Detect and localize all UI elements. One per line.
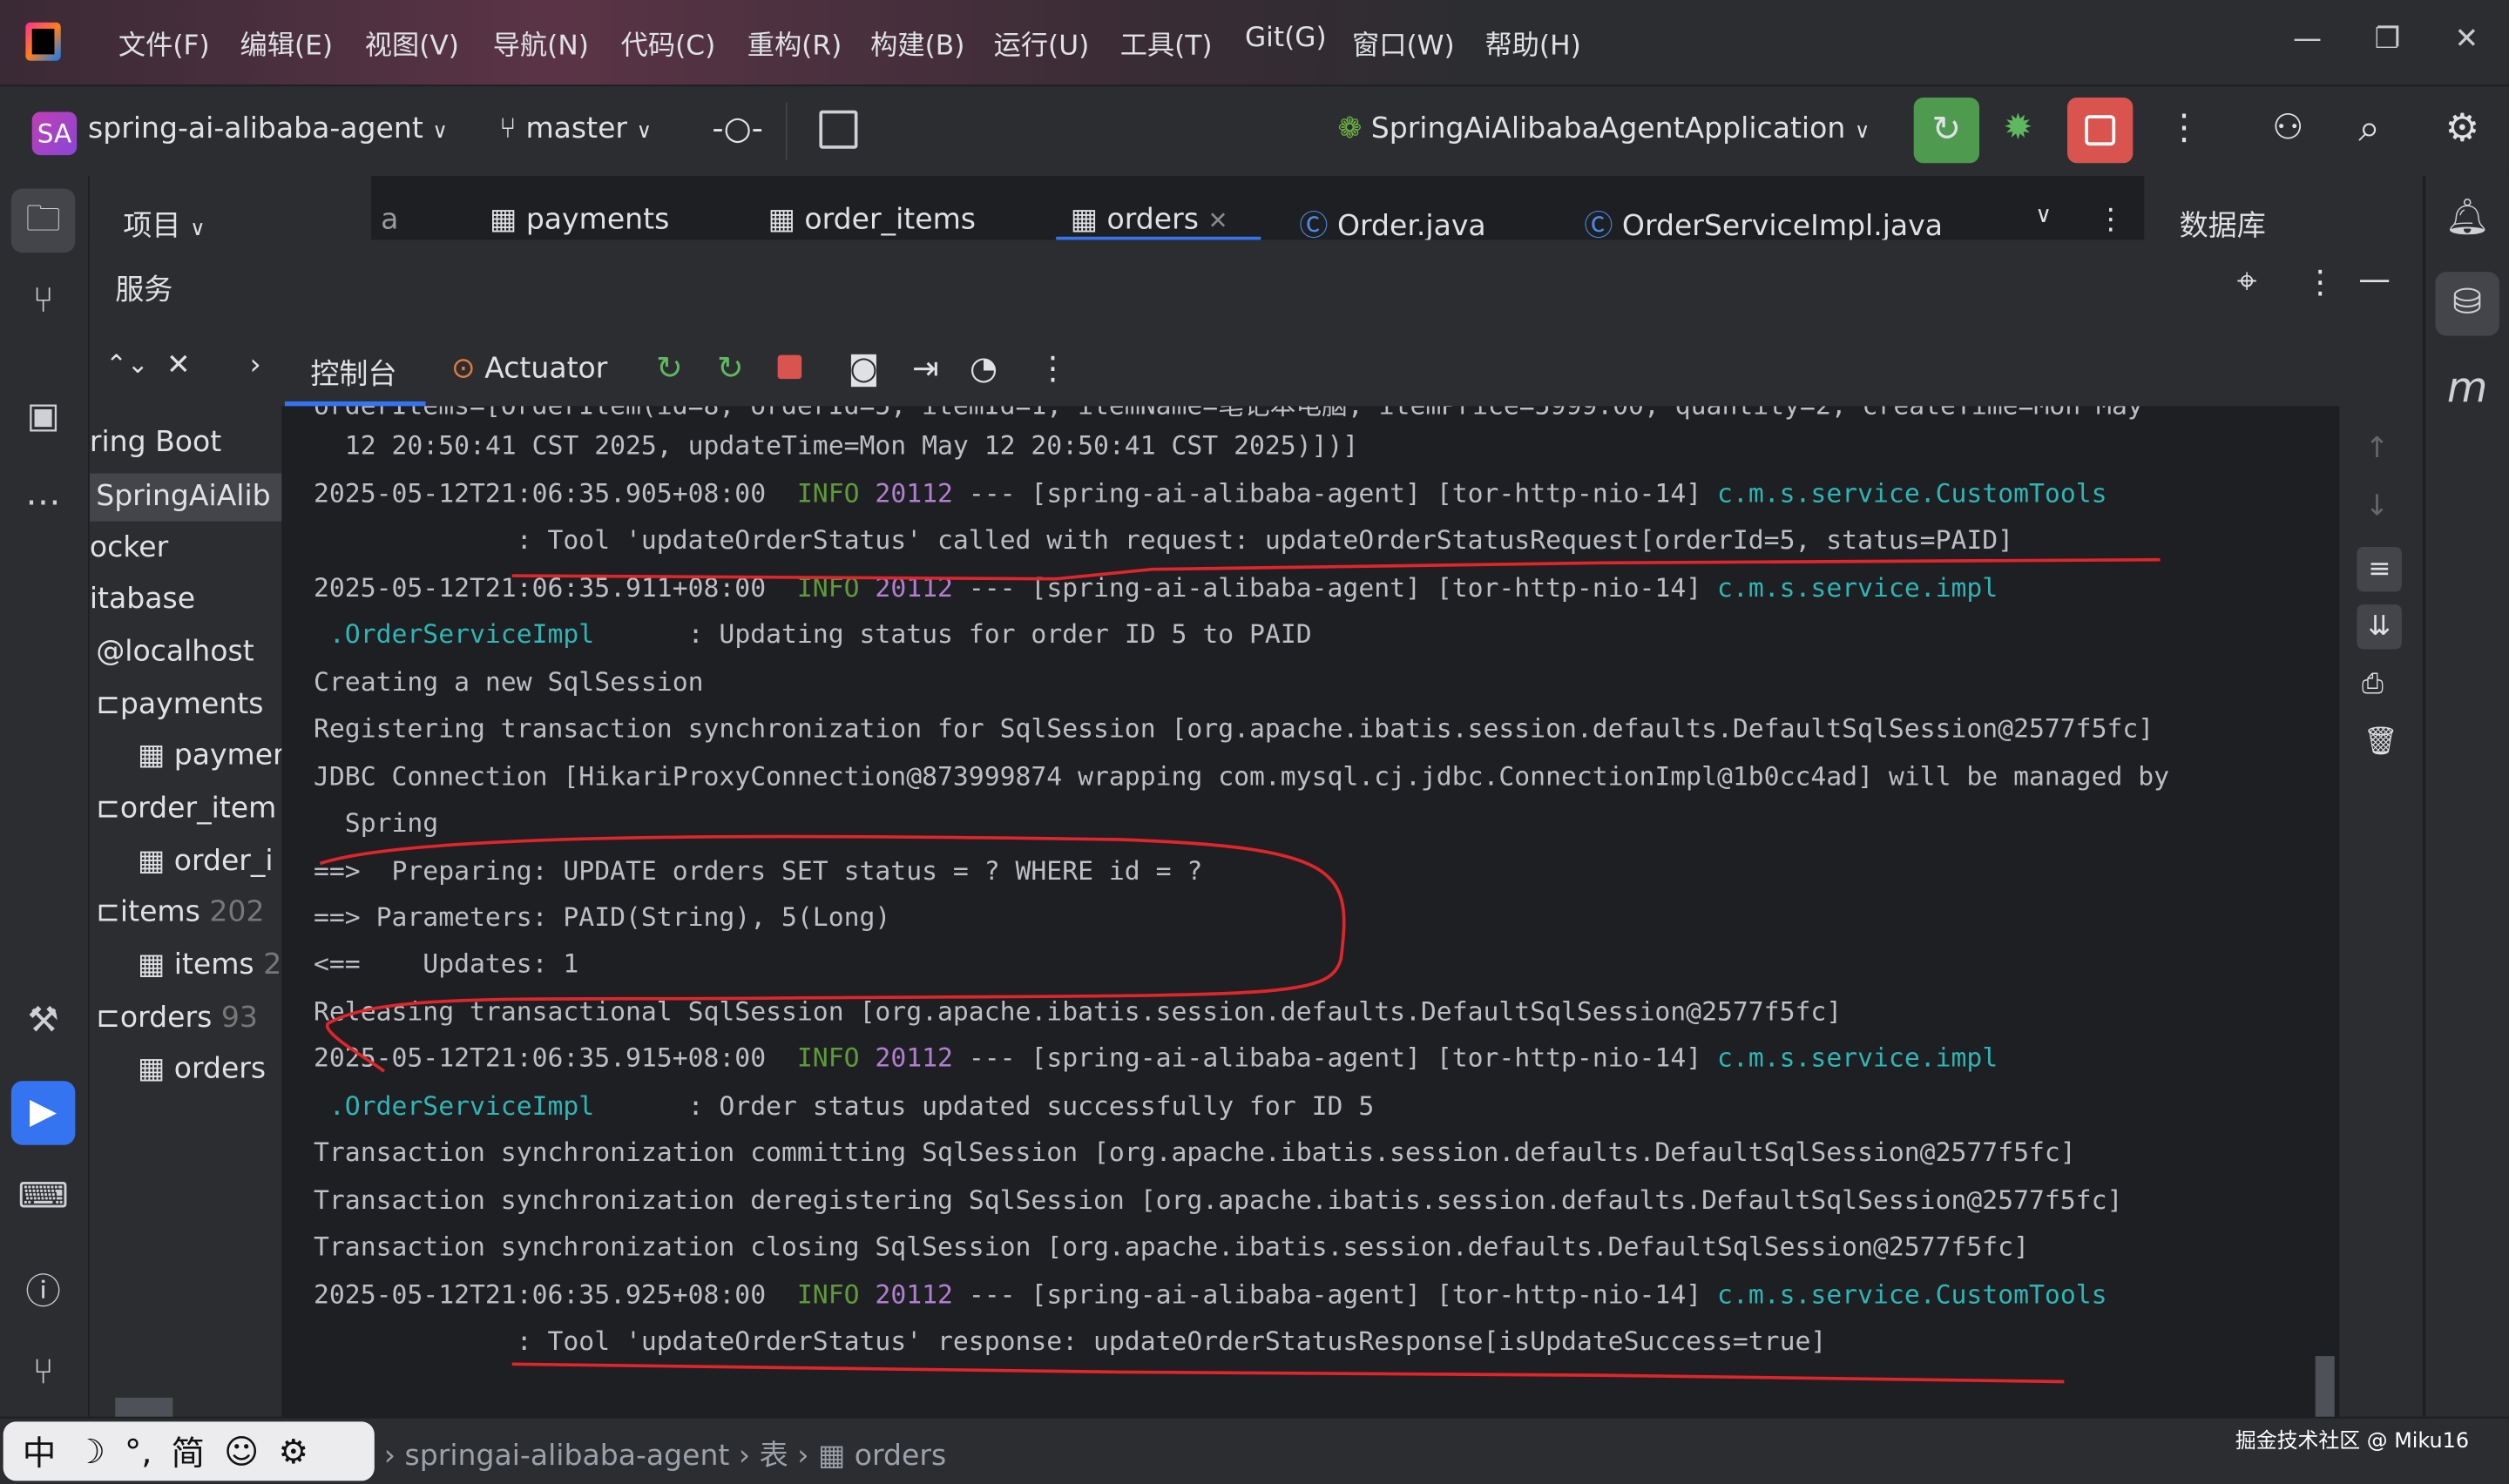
ime-button[interactable]: 简 [172, 1428, 206, 1476]
status-bar: › springai-alibaba-agent › 表 › ▦ orders … [0, 1416, 2509, 1484]
watermark: 掘金技术社区 @ Miku16 [2235, 1429, 2470, 1454]
breadcrumb-project[interactable]: springai-alibaba-agent [405, 1440, 730, 1474]
up-arrow-icon[interactable]: ↑ [2365, 432, 2390, 466]
ide-window: 文件(F) 编辑(E) 视图(V) 导航(N) 代码(C) 重构(R) 构建(B) 运行(U)… [0, 0, 2509, 1484]
ime-button[interactable]: ☽ [75, 1433, 105, 1471]
underline-annotation [511, 1362, 2065, 1384]
breadcrumb-orders[interactable]: orders [855, 1440, 946, 1474]
table-icon: ▦ [818, 1439, 846, 1474]
console-side-toolbar: ↑ ↓ ≡ ⇊ ⎙ 🗑︎ [2315, 406, 2423, 1417]
red-annotations [319, 557, 2161, 1384]
down-arrow-icon[interactable]: ↓ [2365, 489, 2390, 523]
ime-button[interactable]: ⚙ [278, 1433, 308, 1471]
circle-annotation [319, 834, 1346, 1073]
console-scrollbar[interactable] [2315, 1356, 2335, 1417]
breadcrumb: › springai-alibaba-agent › 表 › ▦ orders [383, 1439, 947, 1474]
ime-button[interactable]: 中 [23, 1428, 57, 1476]
underline-annotation [511, 557, 2161, 581]
print-icon[interactable]: ⎙ [2362, 669, 2384, 701]
ime-toolbar: 中 ☽ °, 简 ☺ ⚙ [3, 1421, 375, 1481]
scroll-to-end-icon[interactable]: ⇊ [2357, 604, 2402, 650]
ime-button[interactable]: ☺ [224, 1433, 259, 1471]
breadcrumb-tables[interactable]: 表 [760, 1440, 788, 1474]
clear-icon[interactable]: 🗑︎ [2364, 726, 2398, 759]
ime-button[interactable]: °, [125, 1433, 152, 1471]
soft-wrap-icon[interactable]: ≡ [2357, 546, 2402, 592]
